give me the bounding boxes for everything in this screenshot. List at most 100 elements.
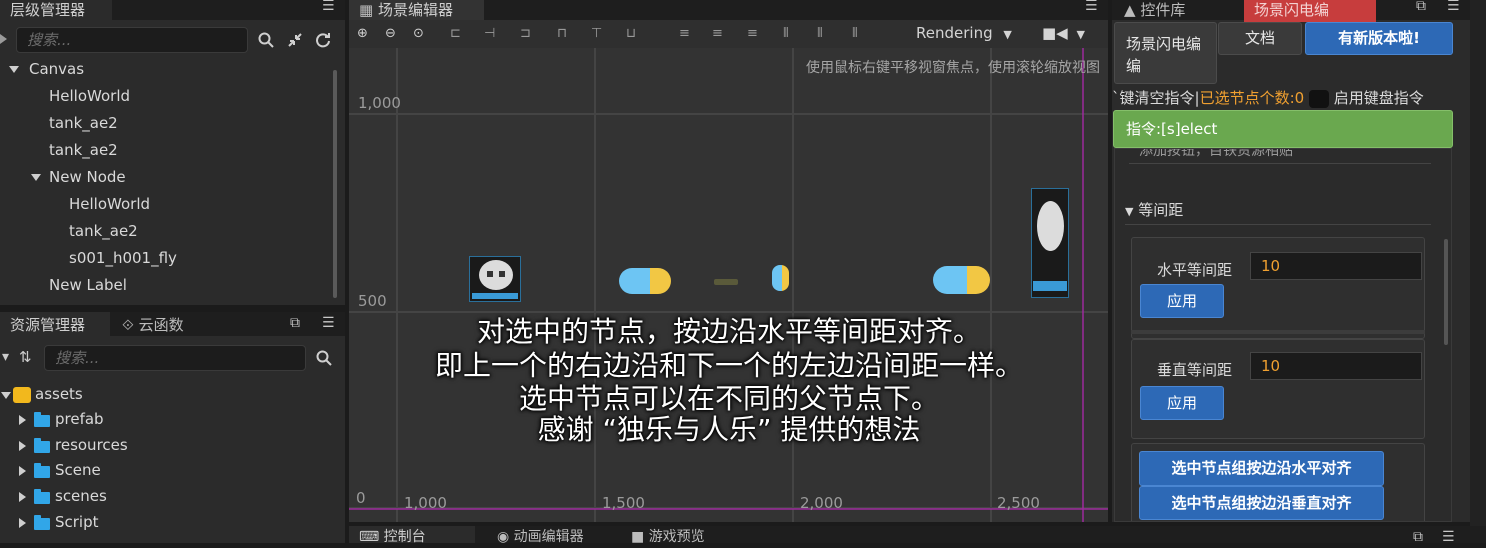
expand-arrow-icon[interactable]	[19, 518, 26, 528]
distribute-vcenter-icon[interactable]: ≡	[712, 26, 723, 41]
rendering-value: Rendering	[916, 24, 993, 42]
tab-scene-lightning[interactable]: 场景闪电编	[1244, 0, 1376, 22]
hamburger-menu-icon[interactable]: ☰	[1085, 0, 1098, 14]
tab-hierarchy[interactable]: 层级管理器	[0, 0, 112, 22]
folder-icon	[34, 438, 50, 453]
x-axis-label: 1,000	[404, 494, 447, 512]
y-axis-label: 0	[356, 489, 366, 507]
tab-game-preview[interactable]: ■ 游戏预览	[621, 526, 741, 545]
tab-cloud-functions[interactable]: ⟐ 云函数	[112, 312, 232, 338]
sprite-tank-ae2-narrow[interactable]	[772, 265, 789, 291]
zoom-reset-icon[interactable]: ⊙	[413, 26, 424, 41]
node-helloworld[interactable]: HelloWorld	[49, 87, 130, 105]
sprite-small-tank[interactable]	[714, 279, 738, 285]
asset-assets[interactable]: assets	[35, 385, 83, 403]
search-icon[interactable]	[258, 32, 274, 48]
distribute-right-icon[interactable]: ⦀	[852, 26, 858, 41]
hamburger-menu-icon[interactable]: ☰	[322, 0, 335, 14]
node-tank-ae2[interactable]: tank_ae2	[49, 114, 118, 132]
tab-assets[interactable]: 资源管理器	[0, 312, 110, 338]
expand-arrow-icon[interactable]	[19, 441, 26, 451]
node-tank-ae2-child[interactable]: tank_ae2	[69, 222, 138, 240]
hamburger-menu-icon[interactable]: ☰	[322, 315, 335, 331]
sprite-tank-ae2[interactable]	[619, 268, 671, 294]
vertical-spacing-input[interactable]: 10	[1250, 352, 1422, 380]
asset-prefab[interactable]: prefab	[55, 410, 104, 428]
popout-icon[interactable]: ⧉	[290, 315, 300, 331]
distribute-bottom-icon[interactable]: ≡	[747, 26, 758, 41]
align-vertical-edges-button[interactable]: 选中节点组按边沿垂直对齐	[1139, 486, 1384, 520]
expand-arrow-icon[interactable]	[19, 492, 26, 502]
scene-lightning-button[interactable]: 场景闪电编 编	[1114, 22, 1217, 84]
sprite-helloworld[interactable]	[469, 256, 521, 302]
popout-icon[interactable]: ⧉	[1416, 0, 1426, 14]
keyboard-toggle[interactable]	[1308, 89, 1329, 108]
asset-scene[interactable]: Scene	[55, 461, 101, 479]
update-button[interactable]: 有新版本啦!	[1305, 22, 1453, 55]
align-bottom-icon[interactable]: ⊔	[626, 26, 636, 41]
command-bar[interactable]: 指令:[s]elect	[1113, 110, 1453, 148]
refresh-icon[interactable]	[315, 32, 331, 48]
asset-scenes[interactable]: scenes	[55, 487, 107, 505]
sprite-helloworld-tall[interactable]	[1031, 188, 1069, 298]
camera-select[interactable]: ■◀ ▼	[1042, 24, 1085, 42]
apply-vertical-button[interactable]: 应用	[1140, 386, 1224, 420]
tab-console[interactable]: ⌨ 控制台	[349, 526, 475, 545]
zoom-in-icon[interactable]: ⊕	[357, 26, 368, 41]
expand-arrow-icon[interactable]	[1, 392, 11, 399]
divider	[1129, 163, 1431, 164]
scene-lightning-title: 场景闪电编	[1254, 1, 1330, 19]
node-canvas[interactable]: Canvas	[29, 60, 84, 78]
caption-line: 感谢 “独乐与人乐” 提供的想法	[537, 413, 921, 446]
distribute-hcenter-icon[interactable]: ⦀	[817, 26, 823, 41]
apply-horizontal-button[interactable]: 应用	[1140, 284, 1224, 318]
expand-arrow-icon[interactable]	[19, 466, 26, 476]
hierarchy-scrollbar[interactable]	[333, 70, 337, 298]
distribute-left-icon[interactable]: ⦀	[783, 26, 789, 41]
align-left-icon[interactable]: ⊏	[450, 26, 461, 41]
expand-arrow-icon[interactable]	[9, 66, 19, 73]
node-s001-h001-fly[interactable]: s001_h001_fly	[69, 249, 177, 267]
node-helloworld-child[interactable]: HelloWorld	[69, 195, 150, 213]
right-scrollbar[interactable]	[1444, 239, 1448, 345]
cocos-logo-strip	[472, 293, 518, 299]
hierarchy-panel: 层级管理器 ☰ 搜索... Canvas HelloWorld tank_ae2…	[0, 0, 345, 305]
assets-search-input[interactable]: 搜索...	[44, 345, 306, 371]
zoom-out-icon[interactable]: ⊖	[385, 26, 396, 41]
align-horizontal-edges-button[interactable]: 选中节点组按边沿水平对齐	[1139, 451, 1384, 486]
align-hcenter-icon[interactable]: ⊣	[484, 26, 495, 41]
caption-line: 选中节点可以在不同的父节点下。	[518, 382, 939, 415]
docs-button[interactable]: 文档	[1218, 22, 1302, 55]
asset-script[interactable]: Script	[55, 513, 99, 531]
hierarchy-search-input[interactable]: 搜索...	[16, 27, 248, 53]
expand-arrow-icon[interactable]	[19, 415, 26, 425]
asset-resources[interactable]: resources	[55, 436, 128, 454]
node-new-label[interactable]: New Label	[49, 276, 127, 294]
tab-animation-editor[interactable]: ◉ 动画编辑器	[487, 526, 615, 545]
caption-line: 即上一个的右边沿和下一个的左边沿间距一样。	[434, 349, 1023, 382]
tab-scene-editor[interactable]: ▦ 场景编辑器	[349, 0, 484, 22]
add-icon[interactable]: ▾	[2, 349, 9, 365]
sort-icon[interactable]: ⇅	[19, 348, 32, 366]
align-top-icon[interactable]: ⊓	[557, 26, 567, 41]
hamburger-menu-icon[interactable]: ☰	[1447, 0, 1460, 14]
node-tank-ae2-2[interactable]: tank_ae2	[49, 141, 118, 159]
section-header-equal-spacing[interactable]: ▼ 等间距	[1125, 199, 1183, 220]
scene-editor-panel: ▦ 场景编辑器 ☰ ⊕ ⊖ ⊙ ⊏ ⊣ ⊐ ⊓ ⊤ ⊔ ≡ ≡ ≡ ⦀ ⦀ ⦀ …	[349, 0, 1108, 522]
node-new-node[interactable]: New Node	[49, 168, 126, 186]
vertical-spacing-card: 垂直等间距 10 应用	[1131, 339, 1425, 439]
tab-widget-library[interactable]: ▲ 控件库	[1114, 0, 1242, 22]
search-icon[interactable]	[316, 350, 332, 366]
align-right-icon[interactable]: ⊐	[520, 26, 531, 41]
distribute-top-icon[interactable]: ≡	[679, 26, 690, 41]
expand-arrow-icon[interactable]	[31, 174, 41, 181]
scene-editor-icon: ▦	[359, 1, 374, 19]
rendering-select[interactable]: Rendering ▼	[916, 24, 1012, 42]
horizontal-spacing-input[interactable]: 10	[1250, 252, 1422, 280]
align-vcenter-icon[interactable]: ⊤	[591, 26, 602, 41]
horizontal-spacing-card: 水平等间距 10 应用	[1131, 237, 1425, 339]
collapse-all-icon[interactable]	[287, 32, 303, 48]
sprite-tank-ae2-2[interactable]	[933, 266, 990, 294]
scene-viewport[interactable]: 使用鼠标右键平移视窗焦点，使用滚轮缩放视图 1,000 500 0 1,000 …	[349, 48, 1108, 522]
collapse-arrow-icon[interactable]	[0, 34, 7, 44]
